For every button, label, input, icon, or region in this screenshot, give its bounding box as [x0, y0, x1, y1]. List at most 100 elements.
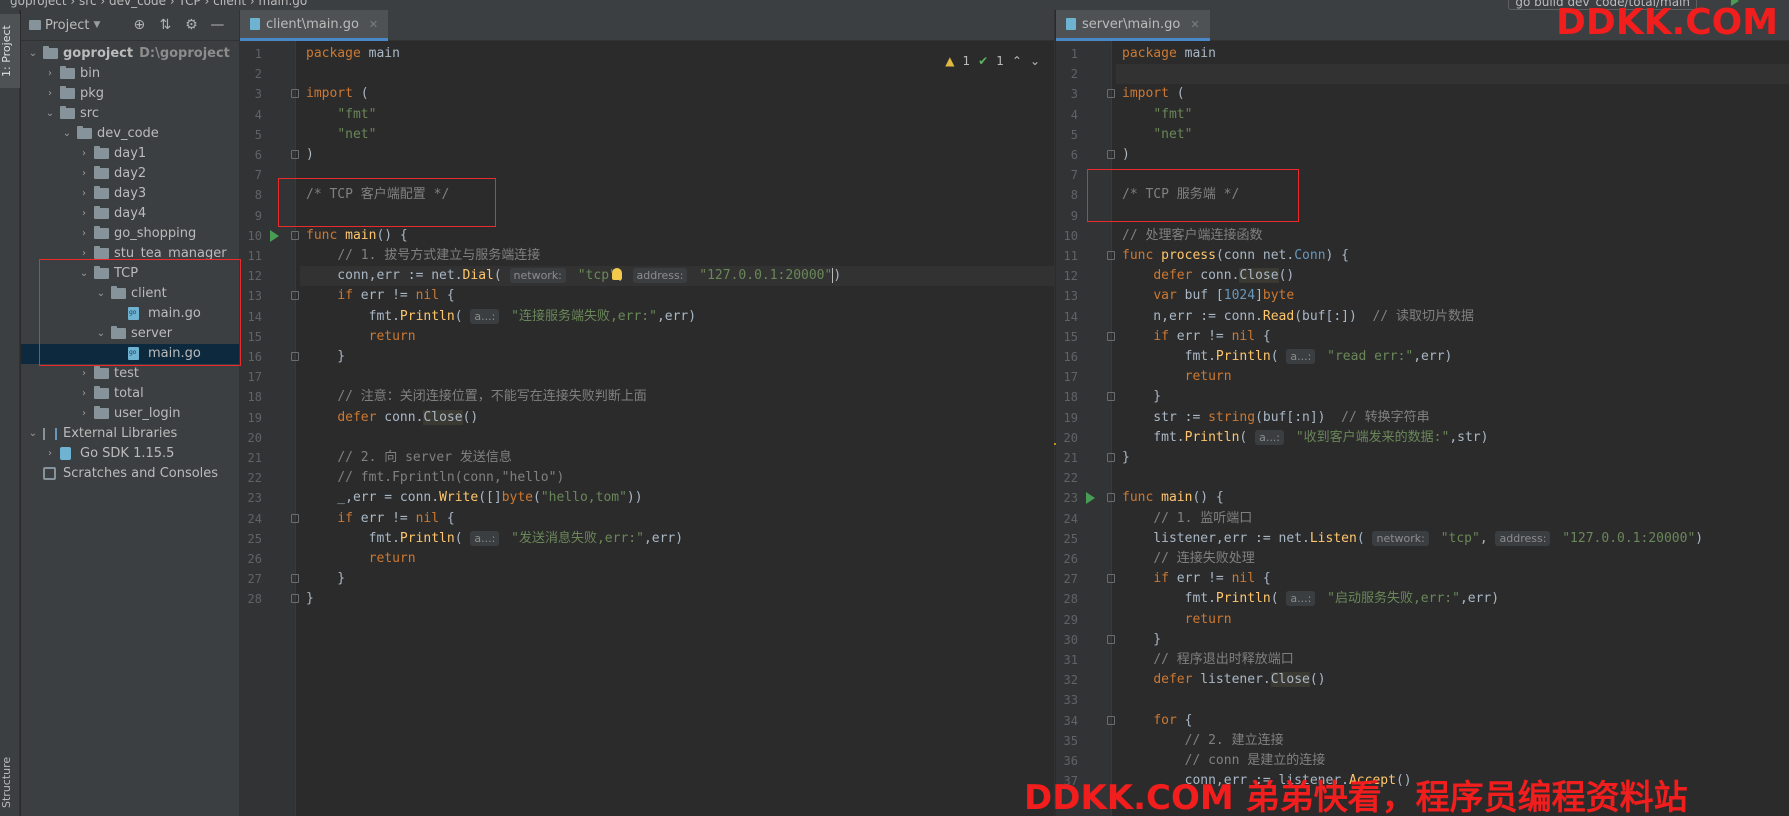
code-token: Println [399, 530, 455, 546]
fold-icon[interactable] [291, 89, 299, 99]
tree-item[interactable]: › total [21, 384, 239, 404]
tree-item[interactable]: ⌄ server [21, 324, 239, 344]
fold-icon[interactable] [291, 513, 299, 523]
chevron-right-icon[interactable]: › [44, 64, 56, 84]
parameter-hint: a...: [1255, 429, 1285, 445]
chevron-down-icon[interactable]: ⌄ [95, 324, 107, 344]
tab-server-main-go[interactable]: server\main.go ✕ [1056, 10, 1210, 41]
chevron-right-icon[interactable]: › [78, 164, 90, 184]
run-gutter-icon[interactable] [1086, 492, 1095, 505]
collapse-all-icon[interactable]: ⇅ [156, 17, 174, 33]
tree-item-label: goproject D:\goproject [63, 46, 230, 61]
structure-tool-tab[interactable]: Structure [0, 752, 20, 812]
chevron-right-icon[interactable]: › [78, 384, 90, 404]
fold-icon[interactable] [1107, 453, 1115, 462]
fold-icon[interactable] [1107, 493, 1115, 503]
tree-item[interactable]: › user_login [21, 404, 239, 424]
close-icon[interactable]: ✕ [369, 18, 378, 31]
line-number: 18 [1063, 390, 1078, 405]
tree-item[interactable]: ⌄ External Libraries [21, 424, 239, 444]
chevron-down-icon[interactable]: ⌄ [44, 104, 56, 124]
fold-icon[interactable] [1107, 392, 1115, 402]
fold-icon[interactable] [291, 291, 299, 301]
project-tool-tab[interactable]: 1: Project [0, 14, 20, 88]
chevron-down-icon[interactable]: ⌄ [78, 264, 90, 284]
chevron-right-icon[interactable]: › [78, 184, 90, 204]
tree-item[interactable]: › stu_tea_manager [21, 244, 239, 264]
fold-icon[interactable] [291, 352, 299, 361]
chevron-right-icon[interactable]: › [44, 84, 56, 104]
code-line: package main [1116, 44, 1789, 64]
tree-item[interactable]: ⌄ goproject D:\goproject [21, 44, 239, 64]
minimize-icon[interactable]: — [208, 17, 226, 33]
code-area[interactable]: package main import ( "fmt" "net") /* TCP … [300, 41, 1054, 816]
tree-item[interactable]: › Go SDK 1.15.5 [21, 444, 239, 464]
tree-item[interactable]: › go_shopping [21, 224, 239, 244]
tree-item[interactable]: ⌄ client [21, 284, 239, 304]
run-gutter-icon[interactable] [270, 229, 279, 242]
chevron-down-icon[interactable]: ⌄ [95, 284, 107, 304]
tree-item[interactable]: Scratches and Consoles [21, 464, 239, 484]
chevron-down-icon[interactable]: ⌄ [61, 124, 73, 144]
tab-client-main-go[interactable]: client\main.go ✕ [240, 10, 389, 41]
folder-icon [94, 246, 109, 259]
fold-icon[interactable] [1107, 634, 1115, 644]
locate-icon[interactable]: ⊕ [130, 17, 148, 33]
tree-item[interactable]: ⌄ dev_code [21, 124, 239, 144]
tree-item[interactable]: › test [21, 364, 239, 384]
tree-item[interactable]: › bin [21, 64, 239, 84]
tree-item[interactable]: main.go [21, 304, 239, 324]
chevron-down-icon[interactable]: ⌄ [27, 424, 39, 444]
code-area[interactable]: package main import ( "fmt" "net") /* TCP … [1116, 41, 1789, 816]
project-view-select[interactable]: Project ▼ [29, 18, 100, 33]
code-token: ( [454, 308, 471, 324]
gear-icon[interactable]: ⚙ [182, 17, 200, 33]
tree-item[interactable]: main.go [21, 344, 239, 364]
tree-item[interactable]: › day4 [21, 204, 239, 224]
chevron-right-icon[interactable]: › [44, 444, 56, 464]
fold-icon[interactable] [1107, 331, 1115, 341]
fold-icon[interactable] [1107, 150, 1115, 159]
code-token: ,err) [1413, 349, 1453, 364]
code-line: fmt.Println( a...: "发送消息失败,err:",err) [300, 529, 1054, 549]
code-token: "127.0.0.1:20000" [699, 268, 833, 284]
code-line: for { [1116, 711, 1789, 731]
code-token: ( [1239, 429, 1256, 445]
tree-item[interactable]: › day1 [21, 144, 239, 164]
fold-icon[interactable] [291, 574, 299, 584]
tree-item[interactable]: ⌄ src [21, 104, 239, 124]
fold-icon[interactable] [1107, 251, 1115, 260]
tree-item[interactable]: ⌄ TCP [21, 264, 239, 284]
chevron-right-icon[interactable]: › [78, 144, 90, 164]
chevron-right-icon[interactable]: › [78, 244, 90, 264]
tree-item[interactable]: › pkg [21, 84, 239, 104]
chevron-right-icon[interactable]: › [78, 364, 90, 384]
code-token: (conn net. [1215, 248, 1295, 263]
tree-item[interactable]: › day2 [21, 164, 239, 184]
lightbulb-icon[interactable] [612, 268, 622, 281]
tree-item[interactable]: › day3 [21, 184, 239, 204]
chevron-right-icon[interactable]: › [78, 404, 90, 424]
fold-icon[interactable] [291, 230, 299, 240]
parameter-hint: address: [1495, 530, 1551, 546]
code-token: "启动服务失败,err:" [1327, 591, 1460, 607]
fold-icon[interactable] [291, 594, 299, 604]
fold-icon[interactable] [1107, 89, 1115, 99]
line-number: 23 [1063, 491, 1078, 506]
chevron-right-icon[interactable]: › [78, 204, 90, 224]
chevron-right-icon[interactable]: › [78, 224, 90, 244]
close-icon[interactable]: ✕ [1190, 18, 1199, 31]
code-token: () [1309, 672, 1326, 688]
tree-item-label: client [131, 286, 167, 301]
breadcrumb[interactable]: goproject › src › dev_code › TCP › clien… [10, 0, 307, 8]
fold-icon[interactable] [1107, 715, 1115, 725]
fold-icon[interactable] [1107, 574, 1115, 584]
line-number: 12 [1063, 269, 1078, 284]
watermark-top: DDKK.COM [1556, 2, 1779, 43]
fold-icon[interactable] [291, 150, 299, 159]
chevron-down-icon[interactable]: ⌄ [27, 44, 39, 64]
